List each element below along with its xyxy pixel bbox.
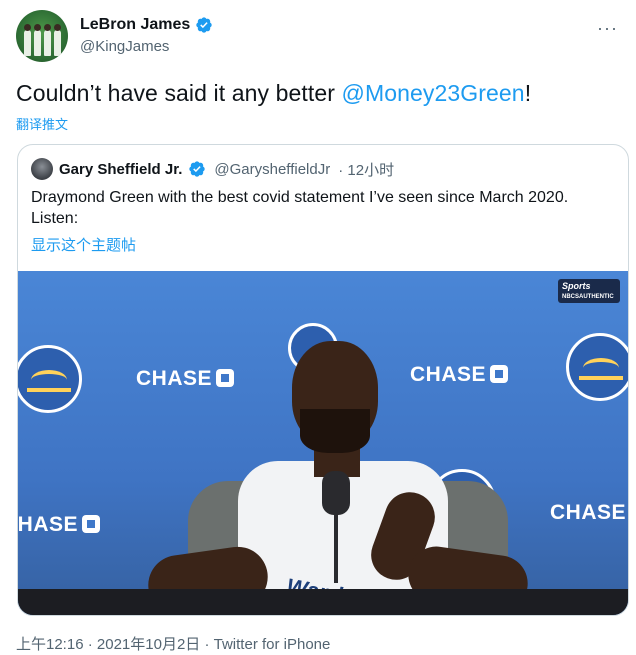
quote-text: Draymond Green with the best covid state… xyxy=(31,189,569,227)
speaker: Warriors xyxy=(128,341,532,615)
author-avatar[interactable] xyxy=(16,10,68,62)
tweet-header: LeBron James @KingJames ··· xyxy=(16,10,620,62)
chase-logo-text: CHASE xyxy=(18,513,79,536)
avatar-figure xyxy=(34,24,41,56)
tweet-text: Couldn’t have said it any better @Money2… xyxy=(16,80,531,107)
speaker-beard xyxy=(300,409,370,453)
microphone-icon xyxy=(322,471,350,583)
quote-author-name: Gary Sheffield Jr. xyxy=(59,160,183,178)
more-dots-icon[interactable]: ··· xyxy=(597,18,618,39)
verified-badge-icon xyxy=(196,17,212,33)
chase-octagon-icon xyxy=(82,515,101,533)
chase-logo: CHASE xyxy=(550,501,626,525)
quote-author-handle: @GarysheffieldJr xyxy=(214,160,331,178)
footer-separator: · xyxy=(83,636,97,653)
press-table xyxy=(18,589,628,615)
quote-header: Gary Sheffield Jr. @GarysheffieldJr · 12… xyxy=(31,158,394,180)
tweet-date[interactable]: 2021年10月2日 xyxy=(97,636,200,653)
tweet-text-after: ! xyxy=(524,80,532,106)
translate-tweet-link[interactable]: 翻译推文 xyxy=(16,114,68,133)
tweet-source[interactable]: Twitter for iPhone xyxy=(214,636,331,653)
avatar-figure xyxy=(44,24,51,56)
quote-video[interactable]: CHASE CHASE CHASE CHASE Sports NBCSAUTHE… xyxy=(18,271,628,615)
nbc-sports-badge: Sports NBCSAUTHENTIC xyxy=(558,279,620,303)
footer-separator: · xyxy=(200,636,214,653)
author-handle[interactable]: @KingJames xyxy=(80,38,169,55)
show-thread-link[interactable]: 显示这个主题帖 xyxy=(31,234,136,255)
quote-timestamp: · 12小时 xyxy=(338,161,395,179)
chase-logo-text: CHASE xyxy=(550,501,627,524)
quoted-tweet[interactable]: Gary Sheffield Jr. @GarysheffieldJr · 12… xyxy=(17,144,629,616)
mention-link[interactable]: @Money23Green xyxy=(342,80,525,106)
tweet-footer: 上午12:16 · 2021年10月2日 · Twitter for iPhon… xyxy=(16,633,330,654)
warriors-logo xyxy=(566,333,628,401)
avatar-figure xyxy=(24,24,31,56)
chase-logo: CHASE xyxy=(18,513,101,537)
author-name-row[interactable]: LeBron James xyxy=(80,16,213,34)
author-display-name[interactable]: LeBron James xyxy=(80,16,190,34)
tweet-text-before: Couldn’t have said it any better xyxy=(16,80,342,106)
quote-author-avatar xyxy=(31,158,53,180)
verified-badge-icon xyxy=(189,161,206,177)
tweet-time[interactable]: 上午12:16 xyxy=(16,636,84,653)
nbc-badge-sub: NBCSAUTHENTIC xyxy=(562,294,614,300)
avatar-figure xyxy=(54,24,61,56)
nbc-badge-title: Sports xyxy=(562,281,591,291)
